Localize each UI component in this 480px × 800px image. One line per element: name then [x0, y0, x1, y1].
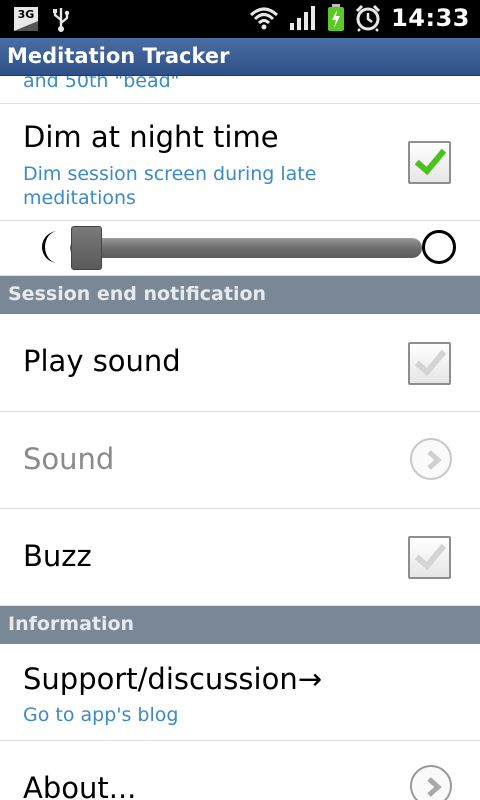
chevron-right-icon	[427, 777, 442, 797]
moon-icon	[42, 231, 58, 263]
previous-item-summary: and 50th "bead"	[23, 76, 180, 92]
support-discussion-item[interactable]: Support/discussion→ Go to app's blog	[0, 644, 480, 741]
checkmark-icon	[414, 543, 446, 571]
play-sound-title: Play sound	[23, 344, 181, 378]
signal-icon	[290, 6, 316, 30]
buzz-title: Buzz	[23, 539, 92, 573]
battery-charging-icon	[328, 4, 345, 31]
section-title: Information	[8, 613, 135, 635]
play-sound-item[interactable]: Play sound	[0, 314, 480, 412]
chevron-right-icon	[427, 450, 442, 470]
list-item-previous[interactable]: and 50th "bead"	[0, 76, 480, 104]
brightness-slider-track[interactable]	[70, 238, 422, 258]
sound-item[interactable]: Sound	[0, 412, 480, 509]
sound-chevron[interactable]	[410, 438, 452, 480]
buzz-item[interactable]: Buzz	[0, 509, 480, 606]
status-bar: 3G 14:33	[0, 0, 480, 38]
dim-at-night-checkbox[interactable]	[408, 141, 451, 184]
about-title: About...	[23, 771, 137, 800]
app-title: Meditation Tracker	[7, 44, 230, 68]
checkmark-icon	[414, 148, 446, 176]
section-header-session-end: Session end notification	[0, 276, 480, 314]
sun-icon	[422, 230, 456, 264]
3g-icon: 3G	[14, 7, 38, 31]
dim-at-night-summary: Dim session screen during late meditatio…	[23, 163, 317, 209]
dim-at-night-title: Dim at night time	[23, 120, 279, 154]
title-bar: Meditation Tracker	[0, 38, 480, 76]
section-header-information: Information	[0, 606, 480, 644]
about-item[interactable]: About...	[0, 741, 480, 800]
brightness-slider-row	[0, 221, 480, 276]
preferences-list[interactable]: and 50th "bead" Dim at night time Dim se…	[0, 76, 480, 800]
support-discussion-title: Support/discussion→	[23, 662, 323, 696]
wifi-icon	[250, 7, 279, 30]
status-clock: 14:33	[391, 4, 470, 32]
sound-title: Sound	[23, 442, 115, 476]
buzz-checkbox[interactable]	[408, 536, 451, 579]
section-title: Session end notification	[8, 283, 267, 305]
dim-at-night-item[interactable]: Dim at night time Dim session screen dur…	[0, 104, 480, 221]
support-discussion-summary: Go to app's blog	[23, 704, 179, 726]
play-sound-checkbox[interactable]	[408, 342, 451, 385]
checkmark-icon	[414, 349, 446, 377]
brightness-slider-thumb[interactable]	[71, 226, 102, 270]
about-chevron[interactable]	[410, 765, 452, 800]
alarm-icon	[356, 4, 381, 32]
usb-icon	[53, 8, 70, 32]
